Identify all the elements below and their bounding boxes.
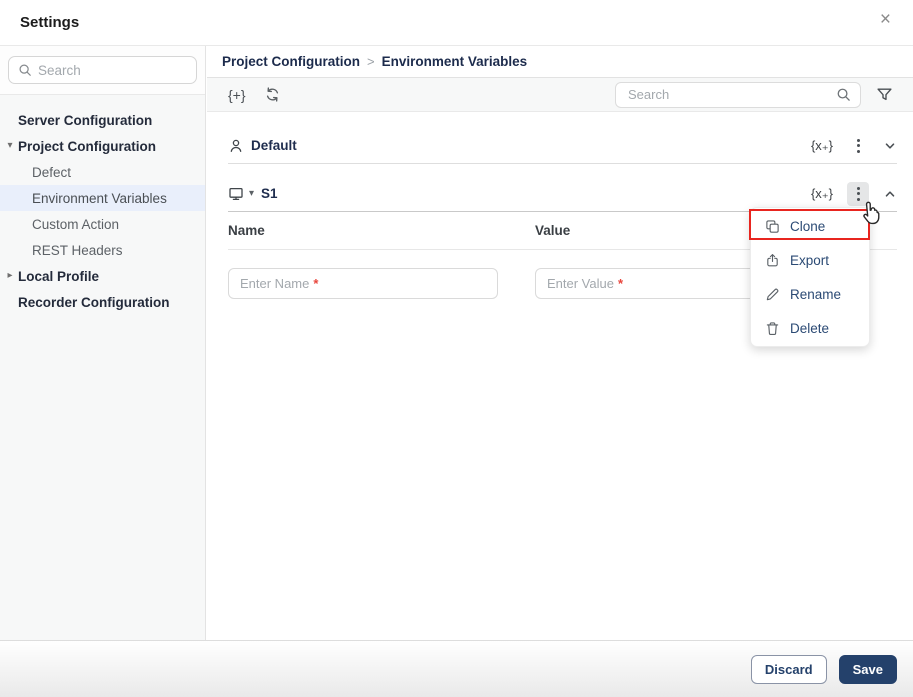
sidebar-item-server-configuration[interactable]: Server Configuration bbox=[0, 107, 205, 133]
search-icon bbox=[836, 87, 851, 102]
add-variable-button[interactable]: {+} bbox=[228, 87, 246, 103]
dialog-title: Settings bbox=[20, 14, 80, 31]
group-name: Default bbox=[251, 138, 297, 153]
sidebar-nav: Server Configuration ▾ Project Configurat… bbox=[0, 95, 205, 315]
sidebar-item-project-configuration[interactable]: ▾ Project Configuration bbox=[0, 133, 205, 159]
discard-button[interactable]: Discard bbox=[750, 654, 827, 684]
breadcrumb-parent[interactable]: Project Configuration bbox=[222, 54, 360, 69]
menu-item-export[interactable]: Export bbox=[751, 243, 869, 277]
dialog-footer: Discard Save bbox=[0, 640, 913, 697]
variables-search-box[interactable] bbox=[615, 81, 861, 108]
expand-caret-icon[interactable]: ▾ bbox=[5, 140, 15, 151]
variable-name-input[interactable]: Enter Name * bbox=[228, 268, 498, 299]
sidebar: Server Configuration ▾Project Configurat… bbox=[0, 46, 206, 640]
sidebar-item-defect[interactable]: Defect bbox=[0, 159, 205, 185]
sidebar-item-local-profile[interactable]: ▸ Local Profile bbox=[0, 263, 205, 289]
add-variable-to-group-button[interactable]: {x₊} bbox=[811, 186, 833, 202]
menu-item-delete[interactable]: Delete bbox=[751, 311, 869, 345]
filter-button[interactable] bbox=[876, 86, 893, 103]
required-mark: * bbox=[617, 276, 624, 291]
export-icon bbox=[765, 253, 780, 268]
user-icon bbox=[228, 138, 244, 154]
close-icon[interactable]: × bbox=[880, 10, 891, 29]
breadcrumb-separator: > bbox=[367, 54, 375, 69]
group-default-label-wrap: Default bbox=[228, 138, 297, 154]
monitor-icon bbox=[228, 186, 244, 202]
sidebar-item-environment-variables[interactable]: Environment Variables bbox=[0, 185, 205, 211]
collapse-caret-icon[interactable]: ▸ bbox=[5, 270, 15, 281]
menu-item-clone[interactable]: Clone bbox=[751, 209, 869, 243]
save-button[interactable]: Save bbox=[838, 654, 897, 684]
sidebar-search-box[interactable] bbox=[8, 56, 197, 84]
kebab-menu-button[interactable] bbox=[847, 134, 869, 158]
sidebar-search-input[interactable] bbox=[32, 62, 196, 78]
group-row-default[interactable]: Default {x₊} bbox=[228, 128, 897, 164]
group-s1-label-wrap: ▾ S1 bbox=[228, 186, 278, 202]
dialog-header: Settings × bbox=[0, 0, 913, 46]
clone-icon bbox=[765, 219, 780, 234]
chevron-down-icon[interactable] bbox=[883, 139, 897, 153]
sidebar-item-rest-headers[interactable]: REST Headers bbox=[0, 237, 205, 263]
group-s1-actions: {x₊} bbox=[811, 181, 897, 206]
filter-icon bbox=[876, 86, 893, 103]
sidebar-search-section bbox=[0, 46, 205, 95]
refresh-icon bbox=[264, 86, 281, 103]
sidebar-item-recorder-configuration[interactable]: Recorder Configuration bbox=[0, 289, 205, 315]
search-icon bbox=[18, 63, 32, 77]
add-variable-to-group-button[interactable]: {x₊} bbox=[811, 138, 833, 154]
toolbar: {+} bbox=[207, 78, 913, 112]
required-mark: * bbox=[313, 276, 319, 291]
refresh-button[interactable] bbox=[264, 86, 281, 103]
group-default-actions: {x₊} bbox=[811, 134, 897, 158]
column-header-value: Value bbox=[535, 223, 571, 238]
sidebar-item-custom-action[interactable]: Custom Action bbox=[0, 211, 205, 237]
breadcrumb-current: Environment Variables bbox=[381, 54, 528, 69]
context-menu: Clone Export Rename Delete bbox=[750, 207, 870, 347]
chevron-up-icon[interactable] bbox=[883, 187, 897, 201]
settings-dialog: Settings × Server Configuration ▾Project… bbox=[0, 0, 913, 697]
breadcrumb: Project Configuration > Environment Vari… bbox=[207, 46, 913, 78]
menu-item-rename[interactable]: Rename bbox=[751, 277, 869, 311]
kebab-menu-button-active[interactable] bbox=[847, 181, 869, 206]
delete-icon bbox=[765, 321, 780, 336]
group-type-caret-icon[interactable]: ▾ bbox=[249, 188, 254, 199]
variables-search-input[interactable] bbox=[616, 87, 836, 102]
column-header-name: Name bbox=[228, 223, 265, 238]
rename-icon bbox=[765, 287, 780, 302]
group-name: S1 bbox=[261, 186, 278, 201]
